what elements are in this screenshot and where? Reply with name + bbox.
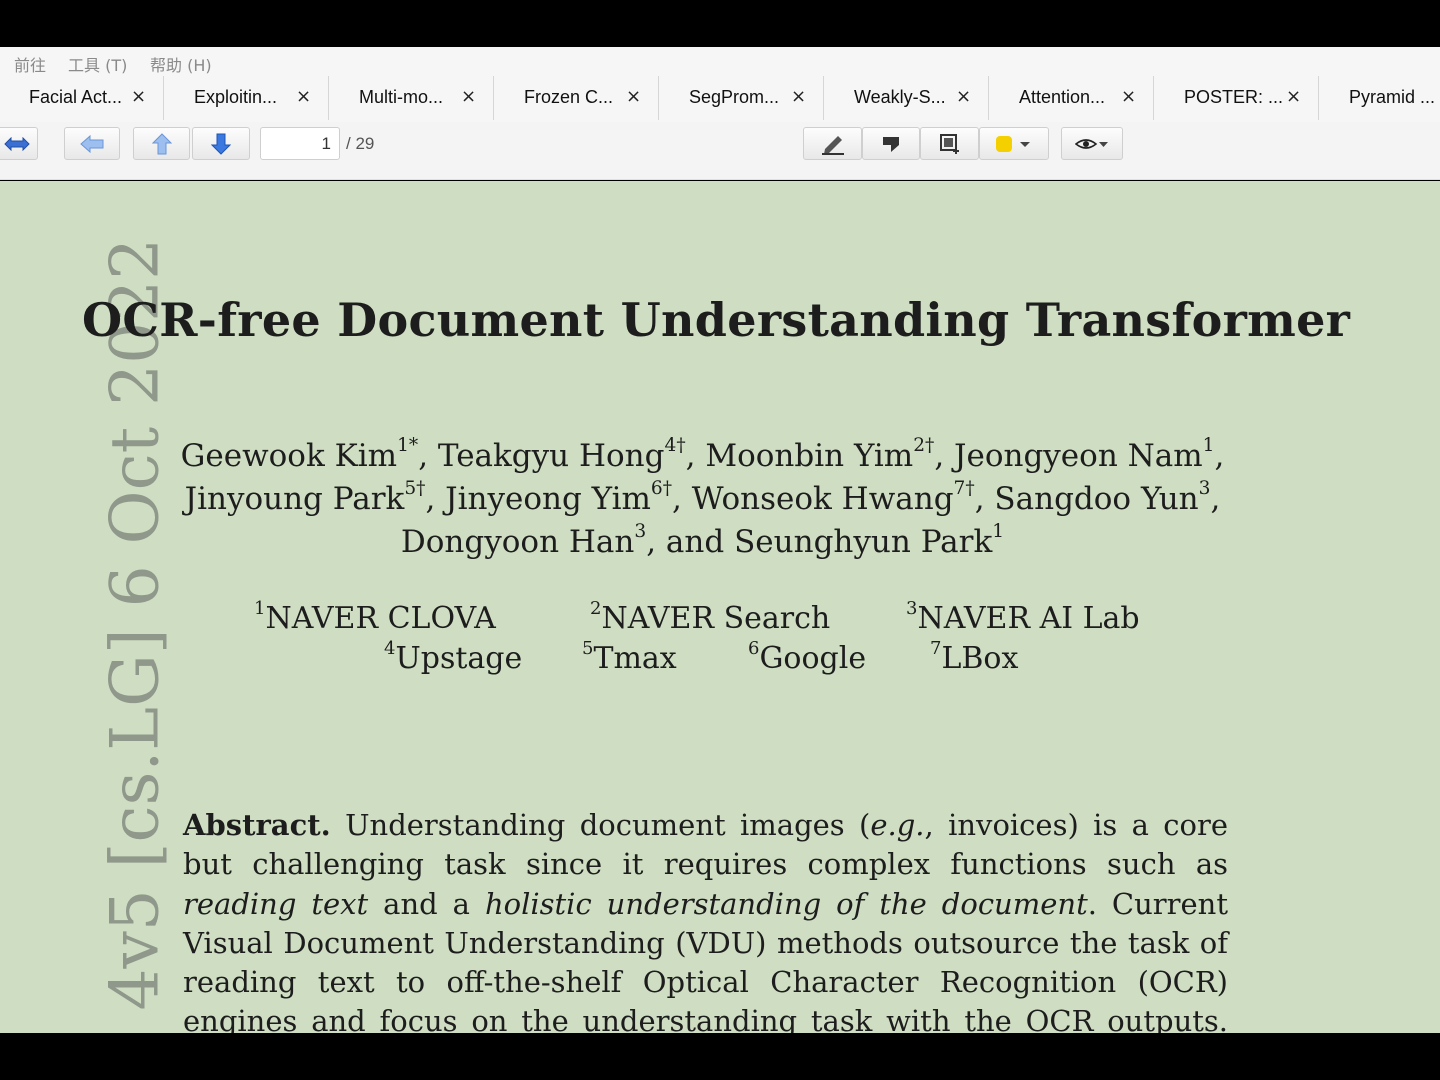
annotate-button[interactable] <box>803 127 862 160</box>
author-affiliation-mark: 4† <box>664 435 686 456</box>
author-affiliation-mark: 7† <box>953 478 975 499</box>
affiliation: 6Google <box>748 638 867 676</box>
author-line-1: Geewook Kim1*, Teakgyu Hong4†, Moonbin Y… <box>0 435 1405 474</box>
close-icon[interactable]: × <box>626 86 641 107</box>
tab-label: POSTER: ... <box>1184 87 1284 107</box>
close-icon[interactable]: × <box>296 86 311 107</box>
author-affiliation-mark: 1 <box>992 521 1005 542</box>
tab-label: SegProm... <box>689 87 780 107</box>
menu-tools[interactable]: 工具 (T) <box>68 52 127 76</box>
author-affiliation-mark: 3 <box>634 521 647 542</box>
abstract-label: Abstract. <box>183 808 331 842</box>
author-name: , <box>1210 481 1221 517</box>
abstract-paragraph: Abstract. Understanding document images … <box>183 806 1228 1033</box>
abstract-emphasis: e.g. <box>870 808 925 842</box>
tab[interactable]: Weakly-S... × <box>825 76 989 120</box>
tab[interactable]: Multi-mo... × <box>330 76 494 120</box>
author-affiliation-mark: 6† <box>650 478 673 499</box>
tab[interactable]: Pyramid ... <box>1320 76 1440 120</box>
tab-label: Exploitin... <box>194 87 278 107</box>
pencil-icon <box>821 135 844 155</box>
abstract-emphasis: reading text <box>183 886 369 921</box>
author-affiliation-mark: 5† <box>404 478 426 499</box>
author-name: , Moonbin Yim <box>685 438 914 474</box>
close-icon[interactable]: × <box>461 86 476 107</box>
author-name: Dongyoon Han <box>400 524 635 560</box>
tab[interactable]: Attention... × <box>990 76 1154 120</box>
tab-label: Multi-mo... <box>359 87 444 107</box>
abstract-text: Understanding document images ( <box>345 808 871 842</box>
tab-label: Attention... <box>1019 87 1106 107</box>
window-bottom-border <box>0 1033 1440 1080</box>
menu-help[interactable]: 帮助 (H) <box>150 52 212 76</box>
author-affiliation-mark: 1* <box>397 435 419 456</box>
toolbar: 1 / 29 <box>0 122 1440 180</box>
author-name: Geewook Kim <box>180 438 398 474</box>
select-area-icon <box>939 133 959 154</box>
author-affiliation-mark: 1 <box>1202 435 1215 456</box>
back-button[interactable] <box>64 127 120 160</box>
previous-page-button[interactable] <box>133 127 190 160</box>
author-line-2: Jinyoung Park5†, Jinyeong Yim6†, Wonseok… <box>0 478 1405 517</box>
tab[interactable]: Facial Act... × <box>0 76 164 120</box>
page-number-input[interactable]: 1 <box>260 127 340 160</box>
author-line-3: Dongyoon Han3, and Seunghyun Park1 <box>0 521 1405 560</box>
close-icon[interactable]: × <box>956 86 971 107</box>
tab[interactable]: POSTER: ... × <box>1155 76 1319 120</box>
tab[interactable]: Frozen C... × <box>495 76 659 120</box>
arrow-up-icon <box>151 132 172 154</box>
affiliation: 7LBox <box>930 638 1019 676</box>
fit-width-button[interactable] <box>0 127 38 160</box>
color-swatch-icon <box>996 135 1030 152</box>
pdf-page-view[interactable]: 4v5 [cs.LG] 6 Oct 2022 OCR-free Document… <box>0 181 1440 1033</box>
author-name: Jinyoung Park <box>184 481 405 517</box>
select-area-button[interactable] <box>920 127 979 160</box>
abstract-text: and a <box>368 886 485 921</box>
fit-width-icon <box>4 136 30 151</box>
tab-label: Pyramid ... <box>1349 87 1436 107</box>
close-icon[interactable]: × <box>791 86 806 107</box>
note-icon <box>883 136 899 152</box>
author-name: , <box>1214 438 1225 474</box>
tab[interactable]: Exploitin... × <box>165 76 329 120</box>
tab-label: Weakly-S... <box>854 87 946 107</box>
author-affiliation-mark: 2† <box>913 435 935 456</box>
note-button[interactable] <box>862 127 920 160</box>
author-name: , Teakgyu Hong <box>418 438 665 474</box>
affiliation: 3NAVER AI Lab <box>906 598 1140 636</box>
close-icon[interactable]: × <box>131 86 146 107</box>
affiliation: 2NAVER Search <box>590 598 831 636</box>
author-name: , and Seunghyun Park <box>646 524 993 560</box>
tab-label: Facial Act... <box>29 87 123 107</box>
affiliation: 5Tmax <box>582 638 677 676</box>
author-name: , Sangdoo Yun <box>974 481 1199 517</box>
author-name: , Jeongyeon Nam <box>934 438 1203 474</box>
menu-bar: 前往 工具 (T) 帮助 (H) <box>0 47 1440 76</box>
tab-bar: Facial Act... × Exploitin... × Multi-mo... × F… <box>0 76 1440 122</box>
window-top-border <box>0 0 1440 47</box>
tab[interactable]: SegProm... × <box>660 76 824 120</box>
page-total: / 29 <box>346 134 375 153</box>
author-name: , Wonseok Hwang <box>672 481 954 517</box>
menu-go[interactable]: 前往 <box>14 52 46 76</box>
abstract-emphasis: holistic understanding of the document <box>484 886 1088 921</box>
close-icon[interactable]: × <box>1286 86 1301 107</box>
highlight-color-button[interactable] <box>979 127 1049 160</box>
paper-title: OCR-free Document Understanding Transfor… <box>82 293 1351 347</box>
view-mode-button[interactable] <box>1061 127 1123 160</box>
author-name: , Jinyeong Yim <box>425 481 651 517</box>
arrow-left-icon <box>80 134 104 153</box>
arrow-down-icon <box>211 133 231 155</box>
tab-label: Frozen C... <box>524 87 614 107</box>
eye-icon <box>1075 138 1108 149</box>
affiliation: 4Upstage <box>384 638 523 676</box>
next-page-button[interactable] <box>192 127 250 160</box>
close-icon[interactable]: × <box>1121 86 1136 107</box>
affiliation: 1NAVER CLOVA <box>254 598 496 636</box>
author-affiliation-mark: 3 <box>1198 478 1211 499</box>
